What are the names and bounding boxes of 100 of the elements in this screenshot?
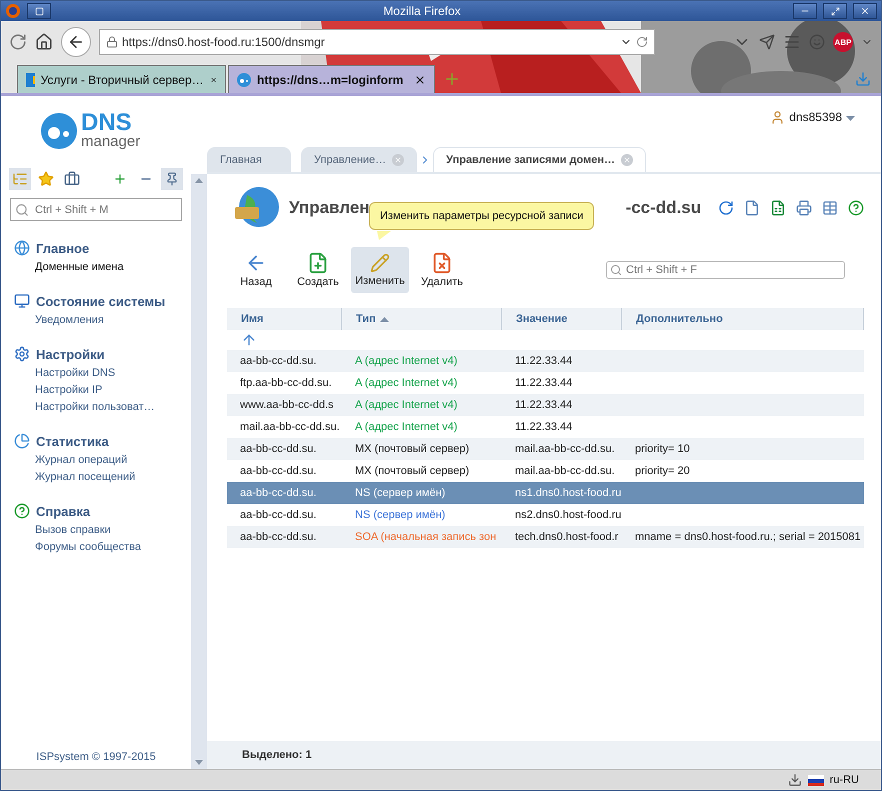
window-menu-button[interactable] [27,3,51,19]
page-tab[interactable]: Главная [207,147,291,172]
section-title[interactable]: Главное [36,240,90,256]
lock-icon [106,36,118,48]
section-title[interactable]: Справка [36,504,90,518]
pin-icon [165,172,179,186]
table-cell-text: 11.22.33.44 [514,354,574,369]
column-header[interactable]: Дополнительно [622,308,864,330]
sidebar-link[interactable]: Уведомления [14,312,191,329]
download-icon[interactable] [788,773,802,787]
table-cell-text: priority= 20 [634,464,691,479]
sidebar-link[interactable]: Доменные имена [14,259,191,276]
square-icon [34,6,44,16]
page-title: Управлен [289,198,370,218]
address-text: https://dns0.host-food.ru:1500/dnsmgr [122,35,326,49]
document-icon[interactable] [744,200,760,216]
search-icon [15,202,29,216]
sidebar-link[interactable]: Форумы сообщества [14,539,191,556]
briefcase-icon [64,171,80,187]
toolbar-button[interactable]: Изменить [351,247,409,293]
table-cell-text: 11.22.33.44 [514,398,574,413]
table-cell-text: mail.aa-bb-cc-dd.su. [239,420,341,435]
table-cell-text: www.aa-bb-cc-dd.s [239,398,335,413]
table-cell-text: mail.aa-bb-cc-dd.su. [514,464,616,479]
toolbar-button[interactable]: Создать [289,247,347,293]
user-icon [770,110,786,125]
print-icon[interactable] [796,200,812,216]
maximize-button[interactable] [823,3,847,19]
menu-search-field[interactable]: Ctrl + Shift + M [33,202,177,216]
browser-tab[interactable]: Услуги - Вторичный сервер… [17,65,226,93]
close-button[interactable] [853,3,877,19]
flag-icon [808,774,824,786]
table-row[interactable]: aa-bb-cc-dd.su. SOA (начальная запись зон tech.dns0.host-food.r mname = dns0.host-food.ru.; serial = 2015081 [227,526,864,548]
table-cell-text: 11.22.33.44 [514,376,574,391]
favicon-icon [237,72,251,86]
table-cell-text: aa-bb-cc-dd.su. [239,464,318,479]
pie-chart-icon [14,433,30,449]
column-header[interactable]: Значение [502,308,622,330]
scrollbar[interactable] [191,174,207,769]
spreadsheet-icon[interactable] [770,200,786,216]
firefox-icon [5,3,21,19]
table-cell-text: A (адрес Internet v4) [354,354,458,369]
address-field[interactable]: https://dns0.host-food.ru:1500/dnsmgr [99,29,655,55]
selection-count: Выделено: 1 [242,749,312,761]
toolbar-button[interactable]: Удалить [413,247,471,293]
favicon-icon [26,72,35,86]
up-level-icon[interactable] [241,332,257,348]
table-row[interactable]: www.aa-bb-cc-dd.s A (адрес Internet v4) 11.22.33.44 [227,394,864,416]
home-icon[interactable] [35,33,53,51]
table-row[interactable]: aa-bb-cc-dd.su. MX (почтовый сервер) mail.aa-bb-cc-dd.su. priority= 10 [227,438,864,460]
logo-icon [41,113,77,149]
browser-tab[interactable]: https://dns…m=loginform [228,65,435,93]
copyright-text: ISPsystem © 1997-2015 [35,751,157,765]
sidebar-link[interactable]: Настройки DNS [14,365,191,382]
window-title: Mozilla Firefox [382,4,462,18]
filter-field[interactable]: Ctrl + Shift + F [624,263,841,277]
help-icon [14,503,30,519]
close-icon [860,6,870,16]
toolbar-button[interactable]: Назад [227,247,285,293]
scroll-up-icon[interactable] [195,178,203,183]
table-cell-text: aa-bb-cc-dd.su. [239,354,318,369]
sidebar-link[interactable]: Журнал операций [14,452,191,469]
caret-icon[interactable] [846,116,855,121]
locale-text[interactable]: ru-RU [830,774,859,786]
section-title[interactable]: Настройки [36,346,105,362]
table-cell-text: NS (сервер имён) [354,508,446,523]
refresh-icon[interactable] [718,200,734,216]
user-name[interactable]: dns85398 [789,110,842,124]
table-cell-text: 11.22.33.44 [514,420,574,435]
section-title[interactable]: Статистика [36,434,109,448]
minimize-button[interactable] [793,3,817,19]
send-icon[interactable] [759,34,775,50]
tooltip-pointer [377,231,391,240]
search-icon [610,264,622,276]
help-icon[interactable] [848,200,864,216]
page-tab[interactable]: Управление… [301,147,418,172]
file-plus-icon [307,252,329,274]
table-cell-text: aa-bb-cc-dd.su. [239,442,318,457]
filter-field[interactable]: Ctrl + Shift + F [606,261,845,279]
tree-icon [12,171,28,187]
scroll-down-icon[interactable] [195,760,203,765]
plus-icon [113,172,127,186]
sidebar-tool-button[interactable] [161,168,183,190]
sidebar-link[interactable]: Настройки пользоват… [14,399,191,416]
sidebar-link[interactable]: Настройки IP [14,382,191,399]
menu-icon[interactable] [783,33,801,51]
table-icon[interactable] [822,200,838,216]
sidebar-link[interactable]: Вызов справки [14,522,191,539]
logo-title: DNS [81,112,133,136]
menu-search-field[interactable]: Ctrl + Shift + M [10,198,182,221]
table-row[interactable]: aa-bb-cc-dd.su. A (адрес Internet v4) 11.22.33.44 [227,350,864,372]
table-cell-text: tech.dns0.host-food.r [514,530,620,545]
table-cell-text: priority= 10 [634,442,691,457]
reload-icon[interactable] [636,36,648,48]
column-header[interactable]: Имя [227,308,342,330]
close-icon[interactable] [414,74,426,86]
column-header[interactable]: Тип [342,308,502,330]
page-tab[interactable]: Управление записями домен… [433,147,646,172]
section-title[interactable]: Состояние системы [36,294,166,308]
sidebar-link[interactable]: Журнал посещений [14,469,191,486]
